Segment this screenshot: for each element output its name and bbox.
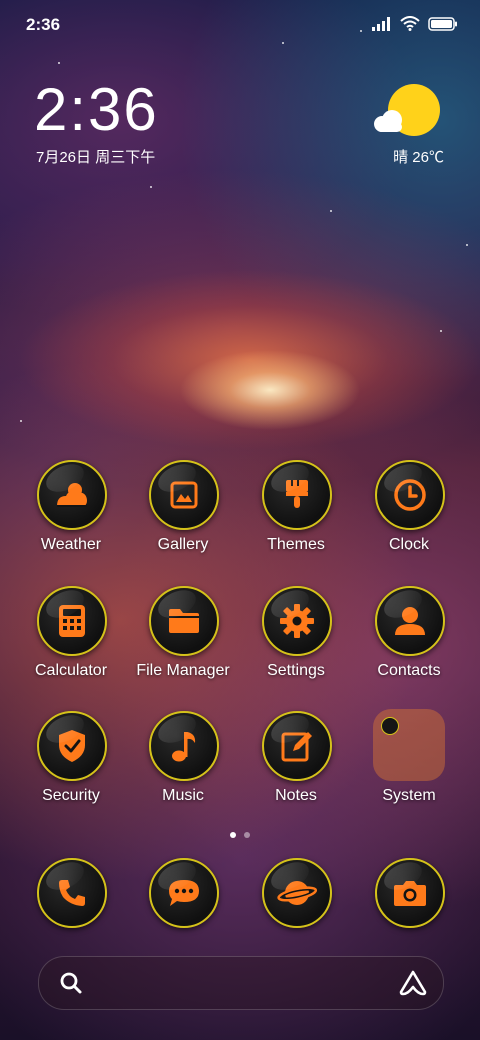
signal-icon	[372, 16, 390, 31]
app-icon[interactable]	[37, 460, 107, 530]
app-icon[interactable]	[149, 858, 219, 928]
app-gallery[interactable]: Gallery	[128, 460, 238, 570]
star	[150, 186, 152, 188]
gallery-icon	[170, 481, 198, 509]
status-time: 2:36	[26, 15, 61, 34]
app-label: Gallery	[157, 536, 209, 553]
clock-widget-date: 7月26日 周三下午	[36, 149, 156, 166]
app-security[interactable]: Security	[16, 711, 126, 821]
clock-icon	[394, 479, 426, 511]
weather-text: 晴 26℃	[393, 149, 444, 166]
gear-icon	[280, 604, 314, 638]
app-icon[interactable]	[37, 858, 107, 928]
app-label: Notes	[275, 787, 317, 804]
paintbrush-icon	[286, 480, 308, 508]
app-label: Clock	[388, 536, 429, 553]
star	[330, 210, 332, 212]
app-file-manager[interactable]: File Manager	[128, 586, 238, 696]
dock-phone[interactable]	[16, 858, 126, 928]
dock-browser[interactable]	[241, 858, 351, 928]
app-music[interactable]: Music	[128, 711, 238, 821]
person-icon	[395, 607, 425, 635]
status-icons	[372, 16, 458, 31]
clock-widget-time[interactable]: 2:36	[34, 80, 159, 140]
search-bar[interactable]	[38, 956, 444, 1010]
partly-cloudy-icon	[374, 84, 440, 136]
app-label: System	[382, 787, 436, 804]
app-label: Settings	[267, 662, 325, 679]
wifi-icon	[400, 16, 420, 31]
notes-icon	[281, 732, 312, 762]
star	[466, 244, 468, 246]
app-icon[interactable]	[375, 460, 445, 530]
app-icon[interactable]	[149, 460, 219, 530]
camera-icon	[394, 881, 426, 906]
app-contacts[interactable]: Contacts	[354, 586, 464, 696]
phone-icon	[59, 880, 85, 906]
app-icon[interactable]	[149, 586, 219, 656]
weather-icon	[57, 483, 87, 507]
dock-messages[interactable]	[128, 858, 238, 928]
app-label: Themes	[267, 536, 325, 553]
app-icon[interactable]	[149, 711, 219, 781]
app-clock[interactable]: Clock	[354, 460, 464, 570]
app-themes[interactable]: Themes	[241, 460, 351, 570]
app-label: Weather	[40, 536, 102, 553]
app-icon[interactable]	[375, 586, 445, 656]
app-notes[interactable]: Notes	[241, 711, 351, 821]
page-dot-1[interactable]	[230, 832, 236, 838]
battery-icon	[428, 16, 457, 31]
status-bar: 2:36	[0, 0, 480, 50]
app-label: Music	[162, 787, 204, 804]
folder-mini-app-icon	[381, 717, 399, 735]
app-icon[interactable]	[37, 711, 107, 781]
app-calculator[interactable]: Calculator	[16, 586, 126, 696]
shield-icon	[59, 730, 85, 762]
app-label: Security	[42, 787, 100, 804]
app-icon[interactable]	[262, 586, 332, 656]
app-icon[interactable]	[262, 460, 332, 530]
app-icon[interactable]	[375, 858, 445, 928]
app-icon[interactable]	[262, 858, 332, 928]
app-system-folder[interactable]: System	[354, 709, 464, 821]
music-note-icon	[172, 732, 196, 762]
app-weather[interactable]: Weather	[16, 460, 126, 570]
star	[20, 420, 22, 422]
page-indicator[interactable]	[0, 832, 480, 838]
page-dot-2[interactable]	[244, 832, 250, 838]
dock-camera[interactable]	[354, 858, 464, 928]
star	[58, 62, 60, 64]
message-icon	[169, 880, 199, 906]
app-label: Calculator	[34, 662, 108, 679]
folder-group-icon[interactable]	[373, 709, 445, 781]
folder-icon	[169, 609, 199, 633]
app-label: File Manager	[136, 662, 230, 679]
app-label: Contacts	[377, 662, 441, 679]
star	[440, 330, 442, 332]
search-icon[interactable]	[59, 971, 83, 995]
calculator-icon	[59, 605, 85, 637]
app-icon[interactable]	[262, 711, 332, 781]
browser-planet-icon	[277, 881, 317, 905]
app-settings[interactable]: Settings	[241, 586, 351, 696]
app-icon[interactable]	[37, 586, 107, 656]
assistant-icon[interactable]	[399, 970, 427, 996]
